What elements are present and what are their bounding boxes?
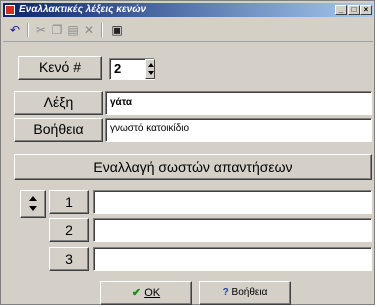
- window-title: Εναλλακτικές λέξεις κενών: [19, 4, 147, 15]
- check-icon: ✔: [131, 287, 142, 299]
- toolbar-separator: [101, 23, 103, 37]
- word-label: Λέξη: [14, 91, 103, 115]
- move-down-icon[interactable]: [29, 206, 37, 211]
- undo-icon[interactable]: ↶: [7, 22, 23, 38]
- image-icon[interactable]: ▣: [109, 22, 125, 38]
- help-icon: ?: [222, 287, 229, 298]
- app-icon: [5, 5, 15, 15]
- dialog-window: Εναλλακτικές λέξεις κενών _ □ × ↶ ✂ ❐ ▤ …: [0, 0, 375, 305]
- hint-label: Βοήθεια: [14, 118, 103, 142]
- move-up-icon[interactable]: [29, 196, 37, 201]
- help-button[interactable]: ? Βοήθεια: [199, 281, 291, 305]
- spin-down-icon[interactable]: [148, 71, 154, 75]
- cut-icon[interactable]: ✂: [33, 22, 49, 38]
- help-label: Βοήθεια: [231, 287, 268, 298]
- copy-icon[interactable]: ❐: [49, 22, 65, 38]
- maximize-button[interactable]: □: [348, 5, 360, 15]
- word-field[interactable]: γάτα: [105, 91, 372, 115]
- answer-field-3[interactable]: [93, 247, 372, 271]
- minimize-button[interactable]: _: [335, 5, 347, 15]
- delete-icon[interactable]: ✕: [81, 22, 97, 38]
- toolbar-separator: [27, 23, 29, 37]
- paste-icon[interactable]: ▤: [65, 22, 81, 38]
- blank-number-spinner[interactable]: [145, 59, 155, 79]
- spin-up-icon[interactable]: [148, 63, 154, 67]
- close-button[interactable]: ×: [360, 5, 372, 15]
- answer-field-2[interactable]: [93, 218, 372, 242]
- answer-number-3[interactable]: 3: [49, 247, 89, 271]
- blank-number-label: Κενό #: [18, 56, 102, 80]
- toolbar: ↶ ✂ ❐ ▤ ✕ ▣: [3, 19, 373, 42]
- answer-number-2[interactable]: 2: [49, 218, 89, 242]
- answer-number-1[interactable]: 1: [49, 190, 89, 214]
- answer-field-1[interactable]: [93, 190, 372, 214]
- title-bar: Εναλλακτικές λέξεις κενών _ □ ×: [3, 3, 373, 17]
- swap-answers-button[interactable]: Εναλλαγή σωστών απαντήσεων: [14, 154, 372, 180]
- reorder-button[interactable]: [20, 190, 46, 218]
- hint-field[interactable]: γνωστό κατοικίδιο: [105, 118, 372, 142]
- ok-label: ΟΚ: [144, 287, 161, 299]
- ok-button[interactable]: ✔ ΟΚ: [100, 281, 192, 305]
